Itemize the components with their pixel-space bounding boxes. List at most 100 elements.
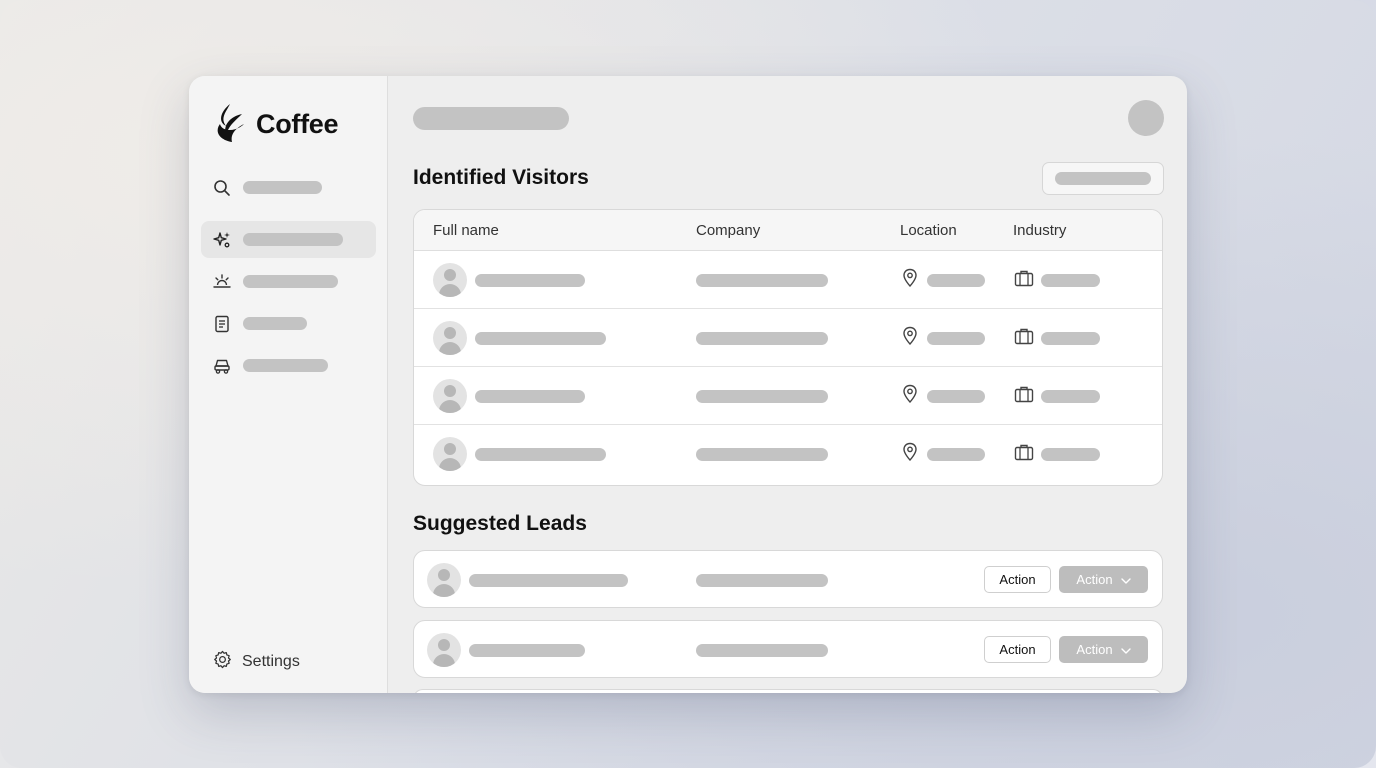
main-content: Identified Visitors Full name Company Lo… (388, 76, 1187, 693)
dropdown-label: Action (1076, 642, 1113, 657)
industry-placeholder (1041, 331, 1100, 345)
company-cell (696, 251, 828, 309)
lead-action-dropdown[interactable]: Action (1059, 566, 1148, 593)
name-placeholder (469, 573, 628, 587)
briefcase-icon (1014, 327, 1034, 350)
name-placeholder (475, 331, 606, 345)
table-row[interactable] (414, 367, 1162, 425)
company-placeholder (696, 447, 828, 461)
briefcase-icon (1014, 269, 1034, 292)
location-placeholder (927, 273, 985, 287)
table-header: Full name Company Location Industry (414, 210, 1162, 251)
company-placeholder (696, 573, 828, 587)
location-pin-icon (901, 442, 919, 467)
sidebar-item-label (243, 275, 338, 288)
identified-visitors-title: Identified Visitors (413, 166, 589, 189)
car-icon (213, 357, 231, 375)
table-row[interactable] (414, 309, 1162, 367)
sidebar-search[interactable] (201, 169, 376, 206)
location-cell (901, 251, 985, 309)
company-placeholder (696, 273, 828, 287)
column-header-full-name[interactable]: Full name (433, 222, 499, 239)
industry-placeholder (1041, 447, 1100, 461)
settings-label: Settings (242, 653, 300, 670)
search-icon (213, 179, 231, 197)
table-row[interactable] (414, 425, 1162, 483)
sidebar-item-4[interactable] (201, 347, 376, 384)
lead-card[interactable]: Action Action (413, 620, 1163, 678)
person-avatar-icon (433, 437, 467, 471)
briefcase-icon (1014, 443, 1034, 466)
sidebar-item-3[interactable] (201, 305, 376, 342)
industry-cell (1014, 367, 1100, 425)
app-window: Coffee Settings Identified Visitors Full… (189, 76, 1187, 693)
location-placeholder (927, 389, 985, 403)
name-placeholder (475, 447, 606, 461)
location-pin-icon (901, 326, 919, 351)
sidebar-item-2[interactable] (201, 263, 376, 300)
person-avatar-icon (433, 263, 467, 297)
sidebar-item-label (243, 317, 307, 330)
lead-name-cell (427, 551, 628, 609)
person-avatar-icon (433, 321, 467, 355)
coffee-logo-icon (212, 102, 248, 147)
lead-card[interactable] (413, 689, 1163, 693)
sidebar-item-1[interactable] (201, 221, 376, 258)
industry-placeholder (1041, 273, 1100, 287)
sidebar-item-label (243, 233, 343, 246)
company-placeholder (696, 643, 828, 657)
company-cell (696, 367, 828, 425)
full-name-cell (433, 309, 606, 367)
location-placeholder (927, 331, 985, 345)
chevron-down-icon (1120, 572, 1131, 587)
document-icon (213, 315, 231, 333)
sparkle-icon (213, 231, 231, 249)
person-avatar-icon (427, 633, 461, 667)
settings-link[interactable]: Settings (213, 650, 300, 674)
name-placeholder (475, 389, 585, 403)
brand: Coffee (212, 102, 339, 147)
button-label-placeholder (1055, 172, 1151, 185)
avatar[interactable] (1128, 100, 1164, 136)
location-cell (901, 309, 985, 367)
chevron-down-icon (1120, 642, 1131, 657)
lead-card[interactable]: Action Action (413, 550, 1163, 608)
lead-action-button[interactable]: Action (984, 636, 1051, 663)
visitors-table: Full name Company Location Industry (413, 209, 1163, 486)
company-placeholder (696, 389, 828, 403)
brand-name: Coffee (256, 109, 339, 139)
dropdown-label: Action (1076, 572, 1113, 587)
company-cell (696, 425, 828, 483)
visitors-action-button[interactable] (1042, 162, 1164, 195)
location-placeholder (927, 447, 985, 461)
name-placeholder (469, 643, 585, 657)
lead-action-dropdown[interactable]: Action (1059, 636, 1148, 663)
location-pin-icon (901, 268, 919, 293)
full-name-cell (433, 367, 585, 425)
industry-cell (1014, 309, 1100, 367)
name-placeholder (475, 273, 585, 287)
company-cell (696, 621, 828, 679)
briefcase-icon (1014, 385, 1034, 408)
full-name-cell (433, 425, 606, 483)
table-row[interactable] (414, 251, 1162, 309)
suggested-leads-title: Suggested Leads (413, 512, 587, 535)
company-placeholder (696, 331, 828, 345)
location-pin-icon (901, 384, 919, 409)
column-header-company[interactable]: Company (696, 222, 760, 239)
lead-name-cell (427, 621, 585, 679)
location-cell (901, 425, 985, 483)
person-avatar-icon (433, 379, 467, 413)
column-header-industry[interactable]: Industry (1013, 222, 1066, 239)
company-cell (696, 309, 828, 367)
column-header-location[interactable]: Location (900, 222, 957, 239)
lead-action-button[interactable]: Action (984, 566, 1051, 593)
company-cell (696, 551, 828, 609)
industry-cell (1014, 425, 1100, 483)
sidebar-item-label (243, 359, 328, 372)
industry-cell (1014, 251, 1100, 309)
page-title-placeholder (413, 107, 569, 130)
person-avatar-icon (427, 563, 461, 597)
search-placeholder (243, 181, 322, 194)
industry-placeholder (1041, 389, 1100, 403)
